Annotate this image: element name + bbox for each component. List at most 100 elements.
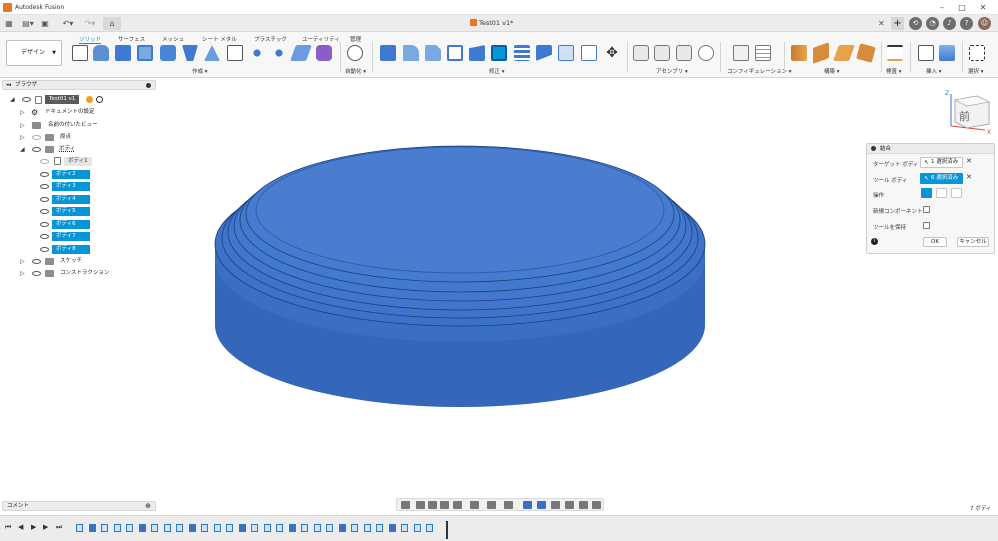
clear-target-button[interactable]: ✕ xyxy=(966,157,972,165)
timeline-feature-icon[interactable] xyxy=(113,524,121,532)
timeline-feature-icon[interactable] xyxy=(313,524,321,532)
tree-item-named-views[interactable]: ▷ 名前の付いたビュー xyxy=(0,120,160,131)
join-operation-icon[interactable] xyxy=(921,188,932,198)
grid-settings-icon[interactable] xyxy=(487,501,496,509)
target-body-selector[interactable]: ↖ 1 選択済み xyxy=(920,157,963,168)
timeline-feature-icon[interactable] xyxy=(101,524,108,532)
view-cube[interactable]: Z X 前 xyxy=(945,86,995,136)
zoom-icon[interactable] xyxy=(440,501,449,509)
comments-panel[interactable]: コメント ⊕ xyxy=(2,501,156,511)
combine-dialog-header[interactable]: 結合 xyxy=(867,144,994,154)
tree-item-sketches[interactable]: ▷ スケッチ xyxy=(0,256,160,267)
timeline-next-icon[interactable]: ▶ xyxy=(43,523,48,531)
collapse-dot-icon[interactable] xyxy=(871,146,876,151)
timeline-feature-icon[interactable] xyxy=(138,524,146,532)
timeline-feature-icon[interactable] xyxy=(201,524,208,532)
info-icon[interactable]: i xyxy=(871,238,878,245)
expand-arrow-icon[interactable]: ▷ xyxy=(20,271,26,277)
cut-operation-icon[interactable] xyxy=(936,188,947,198)
visual-style-icon[interactable] xyxy=(537,501,546,509)
visibility-eye-icon[interactable] xyxy=(32,135,41,140)
new-component-checkbox[interactable] xyxy=(923,206,930,213)
body-row[interactable]: ボディ1 xyxy=(0,156,160,167)
timeline-feature-icon[interactable] xyxy=(263,524,271,532)
timeline-feature-icon[interactable] xyxy=(151,524,158,532)
visibility-eye-icon[interactable] xyxy=(40,246,49,252)
fit-icon[interactable] xyxy=(453,501,462,509)
keep-tools-checkbox[interactable] xyxy=(923,222,930,229)
body-row[interactable]: ボディ2 xyxy=(0,169,160,180)
timeline-feature-icon[interactable] xyxy=(301,524,308,532)
body-row[interactable]: ボディ7 xyxy=(0,231,160,242)
ok-button[interactable]: OK xyxy=(923,237,947,247)
visibility-eye-icon[interactable] xyxy=(40,234,49,239)
shaded-view-icon[interactable] xyxy=(523,501,532,509)
tree-item-bodies[interactable]: ◢ ボディ xyxy=(0,144,160,155)
tree-item-document-settings[interactable]: ▷ ⚙ ドキュメントの設定 xyxy=(0,107,160,118)
timeline-play-icon[interactable]: ▶ xyxy=(31,523,36,531)
body-row[interactable]: ボディ5 xyxy=(0,206,160,217)
expand-arrow-icon[interactable]: ▷ xyxy=(20,259,26,265)
visibility-eye-icon[interactable] xyxy=(40,159,49,164)
tree-item-construction[interactable]: ▷ コンストラクション xyxy=(0,268,160,279)
body-row[interactable]: ボディ4 xyxy=(0,194,160,205)
timeline-feature-icon[interactable] xyxy=(351,524,358,532)
timeline-feature-icon[interactable] xyxy=(363,524,371,532)
cancel-button[interactable]: キャンセル xyxy=(957,237,989,247)
timeline-feature-icon[interactable] xyxy=(163,524,171,532)
orbit-icon[interactable] xyxy=(401,501,410,509)
timeline-feature-icon[interactable] xyxy=(126,524,133,532)
timeline-feature-icon[interactable] xyxy=(338,524,346,532)
expand-arrow-icon[interactable]: ◢ xyxy=(10,97,16,103)
body-row[interactable]: ボディ6 xyxy=(0,219,160,230)
timeline-feature-icon[interactable] xyxy=(226,524,233,532)
timeline-feature-icon[interactable] xyxy=(388,524,396,532)
tree-item-origin[interactable]: ▷ 原点 xyxy=(0,132,160,143)
intersect-operation-icon[interactable] xyxy=(951,188,962,198)
expand-arrow-icon[interactable]: ▷ xyxy=(20,135,26,141)
expand-arrow-icon[interactable]: ◢ xyxy=(20,147,26,153)
timeline-feature-icon[interactable] xyxy=(413,524,421,532)
timeline-feature-icon[interactable] xyxy=(238,524,246,532)
visibility-eye-icon[interactable] xyxy=(40,196,49,202)
viewports-icon[interactable] xyxy=(504,501,513,509)
visibility-eye-icon[interactable] xyxy=(32,147,41,152)
body-row[interactable]: ボディ8 xyxy=(0,244,160,255)
effects-icon[interactable] xyxy=(579,501,588,509)
pan-icon[interactable] xyxy=(428,501,437,509)
expand-arrow-icon[interactable]: ▷ xyxy=(20,110,26,116)
display-settings-icon[interactable] xyxy=(470,501,479,509)
timeline-feature-icon[interactable] xyxy=(76,524,83,532)
timeline-previous-icon[interactable]: ◀ xyxy=(18,523,23,531)
visibility-eye-icon[interactable] xyxy=(32,259,41,264)
expand-arrow-icon[interactable]: ▷ xyxy=(20,123,26,129)
timeline-feature-icon[interactable] xyxy=(88,524,96,532)
visibility-eye-icon[interactable] xyxy=(22,97,31,102)
visibility-eye-icon[interactable] xyxy=(40,209,49,214)
activate-radio-icon[interactable] xyxy=(96,96,103,103)
collapse-icon[interactable]: ◂◂ xyxy=(6,81,11,90)
timeline-feature-icon[interactable] xyxy=(288,524,296,532)
timeline-feature-icon[interactable] xyxy=(376,524,383,532)
timeline-feature-icon[interactable] xyxy=(251,524,258,532)
timeline-feature-icon[interactable] xyxy=(176,524,183,532)
body-row[interactable]: ボディ3 xyxy=(0,181,160,192)
clear-tool-button[interactable]: ✕ xyxy=(966,173,972,181)
timeline-feature-icon[interactable] xyxy=(188,524,196,532)
ground-plane-icon[interactable] xyxy=(551,501,560,509)
add-comment-icon[interactable]: ⊕ xyxy=(145,502,151,511)
timeline-marker[interactable] xyxy=(446,521,448,539)
timeline-feature-icon[interactable] xyxy=(213,524,221,532)
object-visibility-icon[interactable] xyxy=(592,501,601,509)
timeline-feature-icon[interactable] xyxy=(426,524,433,532)
timeline-feature-icon[interactable] xyxy=(276,524,283,532)
timeline-start-icon[interactable]: ⏮ xyxy=(5,523,11,532)
timeline-end-icon[interactable]: ⏭ xyxy=(56,523,62,532)
visibility-eye-icon[interactable] xyxy=(40,184,49,189)
look-at-icon[interactable] xyxy=(416,501,425,509)
timeline-feature-icon[interactable] xyxy=(326,524,333,532)
visibility-eye-icon[interactable] xyxy=(40,221,49,227)
pin-icon[interactable] xyxy=(146,83,151,88)
timeline-feature-icon[interactable] xyxy=(401,524,408,532)
tree-root[interactable]: ◢ Test01 v1 xyxy=(0,94,160,105)
